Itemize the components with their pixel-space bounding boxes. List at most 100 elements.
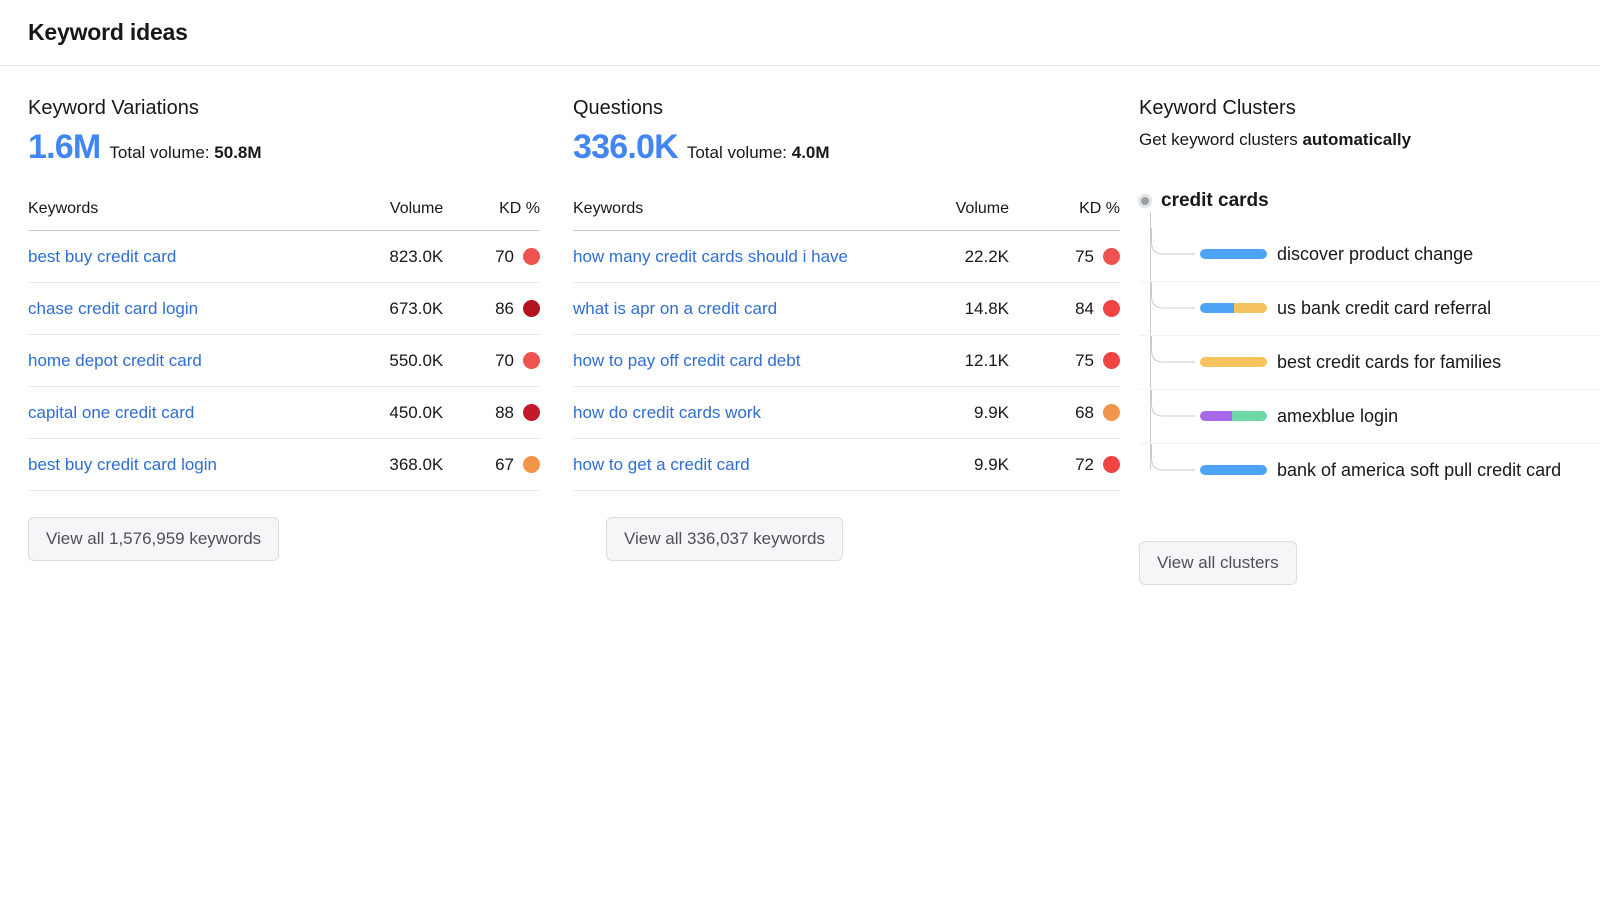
volume-cell: 550.0K — [312, 334, 444, 387]
questions-panel: Questions 336.0K Total volume: 4.0M Keyw… — [540, 96, 1120, 585]
keyword-link[interactable]: best buy credit card — [28, 247, 176, 266]
kd-cell: 70 — [443, 230, 540, 283]
keyword-link[interactable]: home depot credit card — [28, 351, 202, 370]
cluster-root[interactable]: credit cards — [1138, 190, 1600, 212]
tree-branch-icon — [1151, 390, 1197, 417]
view-all-questions-button[interactable]: View all 336,037 keywords — [606, 517, 843, 561]
column-header-keywords: Keywords — [573, 200, 874, 231]
questions-button-wrap: View all 336,037 keywords — [573, 491, 1120, 561]
kd-difficulty-dot-icon — [1103, 456, 1120, 473]
questions-metric: 336.0K Total volume: 4.0M — [573, 130, 1120, 164]
total-volume-label: Total volume: — [686, 143, 788, 162]
kd-value: 72 — [1075, 455, 1094, 474]
kd-value: 84 — [1075, 299, 1094, 318]
kd-difficulty-dot-icon — [523, 352, 540, 369]
kd-value: 75 — [1075, 351, 1094, 370]
tree-branch-icon — [1151, 282, 1197, 309]
page-header: Keyword ideas — [0, 0, 1600, 66]
clusters-button-wrap: View all clusters — [1139, 515, 1600, 585]
kd-cell: 67 — [443, 438, 540, 491]
keyword-link[interactable]: best buy credit card login — [28, 455, 217, 474]
kd-difficulty-dot-icon — [523, 248, 540, 265]
kd-value: 86 — [495, 299, 514, 318]
volume-cell: 9.9K — [873, 438, 1009, 491]
questions-title: Questions — [573, 97, 664, 119]
cluster-item[interactable]: amexblue login — [1140, 390, 1600, 444]
cluster-color-bar — [1200, 411, 1267, 421]
cluster-bar-segment — [1200, 411, 1233, 421]
clusters-subtitle-emphasis: automatically — [1302, 130, 1412, 149]
keyword-link[interactable]: how to pay off credit card debt — [573, 351, 800, 370]
kd-value: 70 — [495, 351, 514, 370]
cluster-color-bar — [1200, 357, 1267, 367]
cluster-node-icon — [1138, 194, 1152, 208]
tree-branch-icon — [1151, 336, 1197, 363]
kd-cell: 86 — [443, 282, 540, 335]
keyword-variations-table: Keywords Volume KD % best buy credit car… — [28, 200, 540, 491]
keyword-link[interactable]: how to get a credit card — [573, 455, 750, 474]
cluster-color-bar — [1200, 249, 1267, 259]
table-row: what is apr on a credit card 14.8K 84 — [573, 282, 1120, 335]
cluster-bar-segment — [1233, 303, 1267, 313]
keyword-clusters-title: Keyword Clusters — [1139, 97, 1296, 119]
tree-branch-icon — [1151, 228, 1197, 255]
view-all-keywords-button[interactable]: View all 1,576,959 keywords — [28, 517, 280, 561]
questions-count: 336.0K — [573, 128, 679, 166]
questions-table: Keywords Volume KD % how many credit car… — [573, 200, 1120, 491]
kd-difficulty-dot-icon — [1103, 248, 1120, 265]
keyword-link[interactable]: chase credit card login — [28, 299, 198, 318]
total-volume-label: Total volume: — [109, 143, 210, 162]
column-header-kd: KD % — [443, 200, 540, 231]
keyword-link[interactable]: what is apr on a credit card — [573, 299, 777, 318]
volume-cell: 12.1K — [873, 334, 1009, 387]
kd-difficulty-dot-icon — [1103, 352, 1120, 369]
cluster-item[interactable]: bank of america soft pull credit card — [1140, 444, 1600, 497]
table-row: home depot credit card 550.0K 70 — [28, 334, 540, 387]
cluster-bar-segment — [1200, 465, 1267, 475]
cluster-item-label: amexblue login — [1277, 406, 1399, 426]
table-row: best buy credit card 823.0K 70 — [28, 230, 540, 283]
keyword-cell: what is apr on a credit card — [573, 282, 874, 335]
table-header-row: Keywords Volume KD % — [573, 200, 1120, 231]
table-header-row: Keywords Volume KD % — [28, 200, 540, 231]
volume-cell: 823.0K — [312, 230, 444, 283]
kd-difficulty-dot-icon — [1103, 300, 1120, 317]
cluster-root-label: credit cards — [1161, 190, 1269, 211]
keyword-clusters-subtitle: Get keyword clusters automatically — [1139, 130, 1600, 150]
total-volume-value: 50.8M — [214, 143, 262, 162]
table-row: how many credit cards should i have 22.2K… — [573, 230, 1120, 283]
kd-cell: 72 — [1009, 438, 1120, 491]
clusters-subtitle-prefix: Get keyword clusters — [1139, 130, 1303, 149]
cluster-tree: credit cards discover product change us b… — [1138, 190, 1600, 497]
cluster-bar-segment — [1200, 249, 1267, 259]
cluster-item[interactable]: best credit cards for families — [1140, 336, 1600, 390]
keyword-cell: home depot credit card — [28, 334, 313, 387]
cluster-item[interactable]: us bank credit card referral — [1140, 282, 1600, 336]
view-all-clusters-button[interactable]: View all clusters — [1139, 541, 1297, 585]
cluster-color-bar — [1200, 465, 1267, 475]
keyword-link[interactable]: capital one credit card — [28, 403, 194, 422]
column-header-kd: KD % — [1009, 200, 1120, 231]
keyword-cell: how do credit cards work — [573, 386, 874, 439]
kd-value: 70 — [495, 247, 514, 266]
kd-cell: 68 — [1009, 386, 1120, 439]
volume-cell: 14.8K — [873, 282, 1009, 335]
keyword-ideas-columns: Keyword Variations 1.6M Total volume: 50… — [0, 66, 1600, 585]
table-row: how to get a credit card 9.9K 72 — [573, 438, 1120, 491]
kd-difficulty-dot-icon — [523, 404, 540, 421]
cluster-item-label: discover product change — [1277, 244, 1474, 264]
cluster-item[interactable]: discover product change — [1140, 228, 1600, 282]
volume-cell: 450.0K — [312, 386, 444, 439]
volume-cell: 9.9K — [873, 386, 1009, 439]
cluster-item-label: best credit cards for families — [1277, 352, 1502, 372]
column-header-keywords: Keywords — [28, 200, 313, 231]
keyword-link[interactable]: how do credit cards work — [573, 403, 761, 422]
keyword-cell: best buy credit card — [28, 230, 313, 283]
cluster-bar-segment — [1200, 303, 1234, 313]
volume-cell: 22.2K — [873, 230, 1009, 283]
cluster-bar-segment — [1232, 411, 1267, 421]
tree-branch-icon — [1151, 444, 1197, 471]
kd-value: 88 — [495, 403, 514, 422]
keyword-link[interactable]: how many credit cards should i have — [573, 247, 848, 266]
kd-cell: 84 — [1009, 282, 1120, 335]
